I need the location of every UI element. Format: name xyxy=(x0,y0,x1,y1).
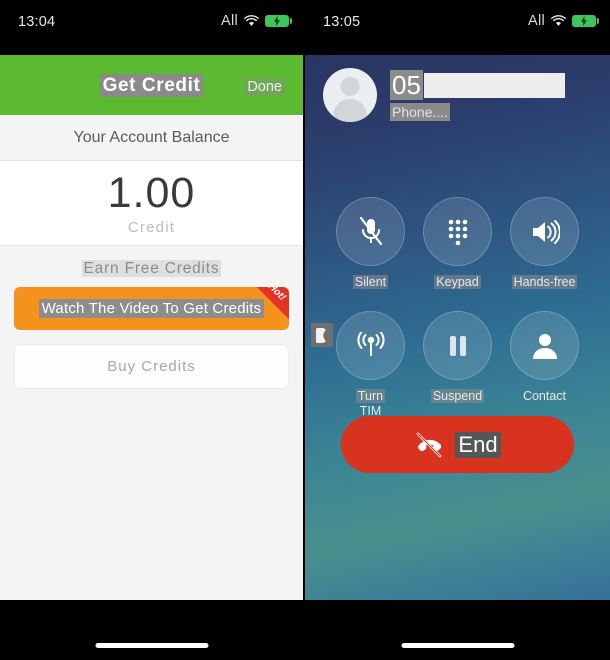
left-home-zone xyxy=(0,600,303,660)
control-keypad-label: Keypad xyxy=(434,275,481,289)
earn-section-title: Earn Free Credits xyxy=(0,246,303,287)
balance-section-header: Your Account Balance xyxy=(0,115,303,161)
call-controls-grid: Silent Keypad Hands-free Turn TIM Suspen… xyxy=(305,197,610,418)
control-turn[interactable]: Turn TIM xyxy=(311,311,414,418)
right-home-zone xyxy=(305,600,610,660)
watch-video-button[interactable]: Watch The Video To Get Credits Hot! xyxy=(14,287,289,330)
caller-info: 05 Phone.... xyxy=(323,68,565,122)
status-indicators: All xyxy=(220,13,292,29)
person-icon xyxy=(532,333,557,359)
page-title-text: Get Credit xyxy=(99,74,204,97)
control-hands-free[interactable]: Hands-free xyxy=(501,197,588,289)
left-phone-frame: 13:04 All Get Credit Done Your Account B… xyxy=(0,0,303,660)
home-indicator[interactable] xyxy=(401,643,514,648)
avatar xyxy=(323,68,377,122)
status-time: 13:04 xyxy=(18,14,56,30)
watch-video-button-label: Watch The Video To Get Credits xyxy=(38,299,265,318)
right-phone-frame: 13:05 All 05 Phone.... Silent Keypad Han… xyxy=(305,0,610,660)
status-carrier-label: All xyxy=(527,13,545,29)
speaker-icon xyxy=(532,219,560,244)
wifi-icon xyxy=(244,15,259,27)
status-indicators: All xyxy=(527,13,599,29)
end-call-button-label: End xyxy=(455,431,501,458)
caller-number: 05 xyxy=(390,70,565,100)
moon-icon xyxy=(311,323,333,347)
control-hands-free-label: Hands-free xyxy=(511,275,578,289)
control-keypad[interactable]: Keypad xyxy=(414,197,501,289)
caller-subtitle: Phone.... xyxy=(390,103,565,121)
control-silent[interactable]: Silent xyxy=(327,197,414,289)
call-screen: 05 Phone.... Silent Keypad Hands-free Tu… xyxy=(305,55,610,600)
control-keypad-circle[interactable] xyxy=(423,197,492,266)
control-silent-label: Silent xyxy=(352,275,389,289)
battery-charging-icon xyxy=(265,15,292,27)
home-indicator[interactable] xyxy=(95,643,208,648)
control-contact-circle[interactable] xyxy=(510,311,579,380)
caller-number-redaction xyxy=(423,72,565,98)
balance-unit: Credit xyxy=(127,219,176,236)
caller-texts: 05 Phone.... xyxy=(390,70,565,121)
status-time: 13:05 xyxy=(323,14,361,30)
right-status-bar: 13:05 All xyxy=(305,0,610,55)
caller-number-prefix: 05 xyxy=(390,70,423,100)
left-status-bar: 13:04 All xyxy=(0,0,303,55)
buy-credits-button-label: Buy Credits xyxy=(107,358,196,375)
control-contact[interactable]: Contact xyxy=(501,311,588,418)
control-suspend[interactable]: Suspend xyxy=(414,311,501,418)
microphone-muted-icon xyxy=(359,216,382,245)
done-button[interactable]: Done xyxy=(244,78,285,96)
earn-section-title-text: Earn Free Credits xyxy=(81,260,222,277)
battery-charging-icon xyxy=(572,15,599,27)
control-contact-label: Contact xyxy=(522,389,567,403)
control-turn-circle[interactable] xyxy=(336,311,405,380)
control-turn-label: Turn xyxy=(355,389,386,403)
balance-amount: 1.00 xyxy=(107,169,196,217)
wifi-icon xyxy=(551,15,566,27)
status-carrier-label: All xyxy=(220,13,238,29)
pause-icon xyxy=(449,335,466,356)
end-call-icon xyxy=(417,432,442,457)
dialpad-icon xyxy=(448,219,467,245)
dual-phone-screenshot: 13:04 All Get Credit Done Your Account B… xyxy=(0,0,610,660)
caller-subtitle-text: Phone.... xyxy=(390,103,451,121)
end-call-button[interactable]: End xyxy=(341,416,574,473)
control-suspend-circle[interactable] xyxy=(423,311,492,380)
control-suspend-label: Suspend xyxy=(430,389,485,403)
buy-credits-button[interactable]: Buy Credits xyxy=(14,344,289,389)
balance-section-label: Your Account Balance xyxy=(73,128,230,146)
app-content: Your Account Balance 1.00 Credit Earn Fr… xyxy=(0,115,303,660)
balance-card: 1.00 Credit xyxy=(0,161,303,246)
app-header: Get Credit Done xyxy=(0,55,303,115)
control-hands-free-circle[interactable] xyxy=(510,197,579,266)
broadcast-antenna-icon xyxy=(357,331,384,356)
control-silent-circle[interactable] xyxy=(336,197,405,266)
